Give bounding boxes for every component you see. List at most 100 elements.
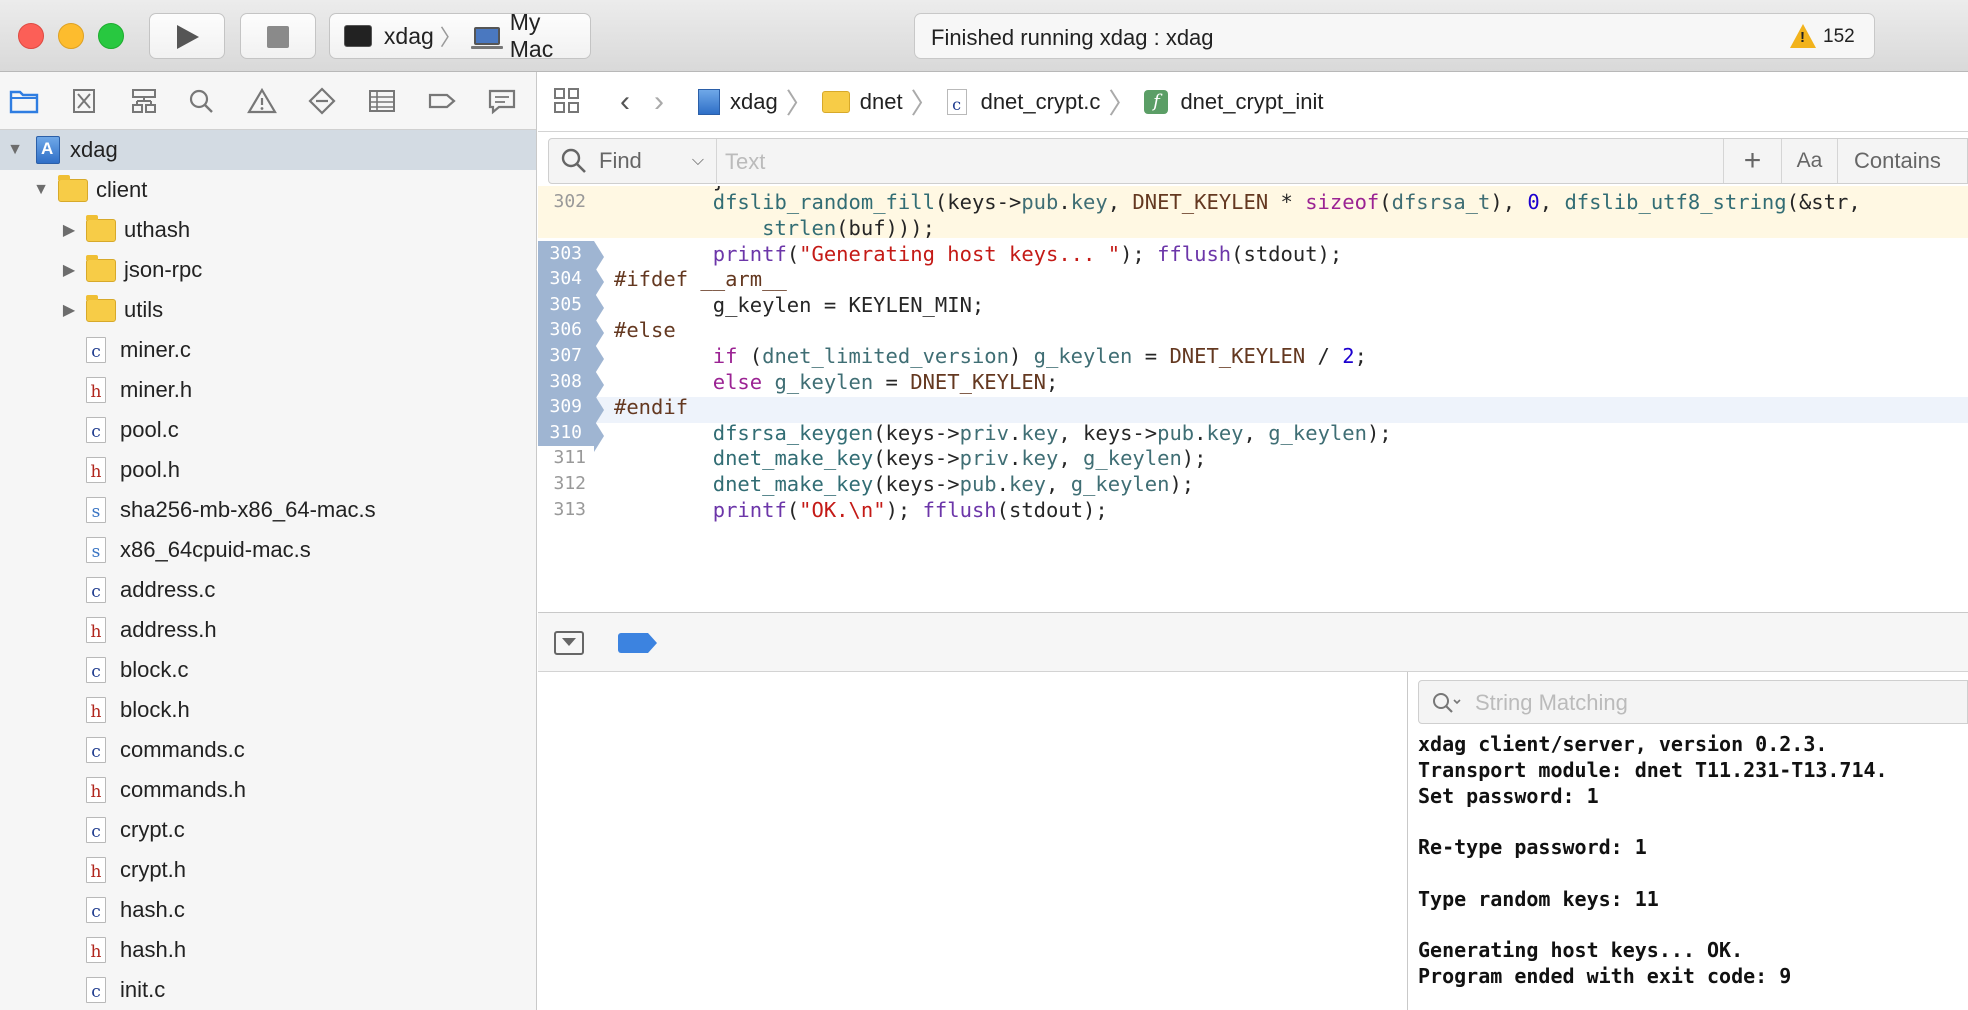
code-line[interactable]: if (dnet_limited_version) g_keylen = DNE… xyxy=(614,343,1367,369)
tree-file-row[interactable]: h address.h xyxy=(0,610,536,650)
tree-file-row[interactable]: c crypt.c xyxy=(0,810,536,850)
breakpoint-marker[interactable]: 305 xyxy=(538,292,604,324)
find-mode-label: Find xyxy=(599,148,642,173)
breakpoint-marker[interactable]: 310 xyxy=(538,420,604,452)
report-navigator-icon[interactable] xyxy=(486,86,518,116)
breakpoint-marker[interactable]: 304 xyxy=(538,266,604,298)
minimize-window-button[interactable] xyxy=(58,23,84,49)
line-number[interactable]: 311 xyxy=(538,445,600,471)
line-number[interactable]: 302 xyxy=(538,189,600,215)
destination-name[interactable]: My Mac xyxy=(510,9,590,63)
code-line[interactable]: g_keylen = KEYLEN_MIN; xyxy=(614,292,985,318)
debug-navigator-icon[interactable] xyxy=(366,86,398,116)
find-text-field[interactable] xyxy=(725,148,1505,176)
breadcrumb-file[interactable]: dnet_crypt.c xyxy=(981,89,1101,115)
chevron-right-icon: 〉 xyxy=(439,25,462,50)
tree-file-row[interactable]: h hash.h xyxy=(0,930,536,970)
code-line[interactable]: dnet_make_key(keys->priv.key, g_keylen); xyxy=(614,445,1207,471)
zoom-window-button[interactable] xyxy=(98,23,124,49)
symbol-navigator-icon[interactable] xyxy=(128,86,160,116)
warning-count[interactable]: 152 xyxy=(1823,26,1855,48)
debug-bar xyxy=(538,612,1968,672)
filter-search-icon[interactable] xyxy=(1431,691,1461,721)
breakpoint-marker[interactable]: 307 xyxy=(538,343,604,375)
disclosure-expanded-icon[interactable]: ▼ xyxy=(6,141,24,159)
disclosure-collapsed-icon[interactable]: ▶ xyxy=(60,301,78,319)
console-filter-input[interactable] xyxy=(1475,689,1955,717)
tree-file-row[interactable]: h commands.h xyxy=(0,770,536,810)
tree-file-row[interactable]: c pool.c xyxy=(0,410,536,450)
code-line[interactable]: #ifdef __arm__ xyxy=(614,266,787,292)
chevron-down-icon: ⌵ xyxy=(691,152,704,169)
stop-button[interactable] xyxy=(240,13,316,59)
project-navigator-icon[interactable] xyxy=(8,86,40,116)
code-line[interactable]: printf("Generating host keys... "); fflu… xyxy=(614,241,1343,267)
breadcrumb-folder[interactable]: dnet xyxy=(860,89,903,115)
line-number[interactable]: 313 xyxy=(538,497,600,523)
test-navigator-icon[interactable] xyxy=(306,86,338,116)
tree-file-row[interactable]: c block.c xyxy=(0,650,536,690)
line-number[interactable]: 312 xyxy=(538,471,600,497)
code-line[interactable]: dnet_make_key(keys->pub.key, g_keylen); xyxy=(614,471,1194,497)
tree-group-row[interactable]: ▼ client xyxy=(0,170,536,210)
forward-arrow-icon[interactable]: › xyxy=(642,85,676,119)
tree-file-row[interactable]: c miner.c xyxy=(0,330,536,370)
run-button[interactable] xyxy=(149,13,225,59)
breakpoint-marker[interactable]: 308 xyxy=(538,369,604,401)
disclosure-expanded-icon[interactable]: ▼ xyxy=(32,181,50,199)
tree-file-row[interactable]: c address.c xyxy=(0,570,536,610)
find-navigator-icon[interactable] xyxy=(186,86,218,116)
tree-file-row[interactable]: s x86_64cpuid-mac.s xyxy=(0,530,536,570)
tree-file-row[interactable]: c commands.c xyxy=(0,730,536,770)
code-line[interactable]: dfsrsa_keygen(keys->priv.key, keys->pub.… xyxy=(614,420,1392,446)
breakpoint-marker[interactable]: 303 xyxy=(538,241,604,273)
related-items-icon[interactable] xyxy=(554,87,582,116)
back-arrow-icon[interactable]: ‹ xyxy=(608,85,642,119)
breadcrumb-project[interactable]: xdag xyxy=(730,89,778,115)
disclosure-collapsed-icon[interactable]: ▶ xyxy=(60,221,78,239)
tree-item-label: commands.h xyxy=(120,777,246,802)
tree-group-row[interactable]: ▼ xdag xyxy=(0,130,536,170)
tree-group-row[interactable]: ▶ uthash xyxy=(0,210,536,250)
code-line[interactable]: #endif xyxy=(614,394,688,420)
close-window-button[interactable] xyxy=(18,23,44,49)
add-find-option-button[interactable]: + xyxy=(1723,139,1781,183)
breakpoint-marker[interactable]: 306 xyxy=(538,317,604,349)
tree-item-label: x86_64cpuid-mac.s xyxy=(120,537,311,562)
find-mode-selector[interactable]: Find ⌵ xyxy=(549,139,717,183)
tree-file-row[interactable]: s sha256-mb-x86_64-mac.s xyxy=(0,490,536,530)
tree-file-row[interactable]: h block.h xyxy=(0,690,536,730)
match-style-selector[interactable]: Contains xyxy=(1837,139,1968,183)
tree-file-row[interactable]: h pool.h xyxy=(0,450,536,490)
code-line[interactable]: #else xyxy=(614,317,676,343)
scheme-selector[interactable]: xdag 〉 My Mac xyxy=(329,9,591,62)
code-line[interactable]: else g_keylen = DNET_KEYLEN; xyxy=(614,369,1059,395)
source-editor[interactable]: 301 }302 dfslib_random_fill(keys->pub.ke… xyxy=(538,186,1968,612)
hide-debug-area-icon[interactable] xyxy=(554,631,584,655)
match-case-button[interactable]: Aa xyxy=(1781,139,1837,183)
breakpoints-toggle-icon[interactable] xyxy=(618,633,657,653)
tree-file-row[interactable]: h miner.h xyxy=(0,370,536,410)
code-line[interactable]: dfslib_random_fill(keys->pub.key, DNET_K… xyxy=(614,189,1861,215)
tree-item-label: address.c xyxy=(120,577,216,602)
tree-group-row[interactable]: ▶ utils xyxy=(0,290,536,330)
tree-file-row[interactable]: h crypt.h xyxy=(0,850,536,890)
tree-group-row[interactable]: ▶ json-rpc xyxy=(0,250,536,290)
tree-file-row[interactable]: c hash.c xyxy=(0,890,536,930)
breadcrumb-function[interactable]: dnet_crypt_init xyxy=(1180,89,1323,115)
tree-file-row[interactable]: c init.c xyxy=(0,970,536,1010)
disclosure-collapsed-icon[interactable]: ▶ xyxy=(60,261,78,279)
code-line[interactable]: strlen(buf))); xyxy=(614,215,935,241)
warning-icon[interactable]: ! xyxy=(1790,24,1816,48)
code-line[interactable]: printf("OK.\n"); fflush(stdout); xyxy=(614,497,1108,523)
breakpoint-marker[interactable]: 309 xyxy=(538,394,604,426)
source-control-icon[interactable] xyxy=(68,86,100,116)
function-icon: f xyxy=(1144,89,1169,114)
scheme-name[interactable]: xdag xyxy=(384,23,434,50)
c-file-icon: c xyxy=(86,897,106,923)
breakpoint-navigator-icon[interactable] xyxy=(426,86,458,116)
issue-navigator-icon[interactable] xyxy=(246,86,278,116)
